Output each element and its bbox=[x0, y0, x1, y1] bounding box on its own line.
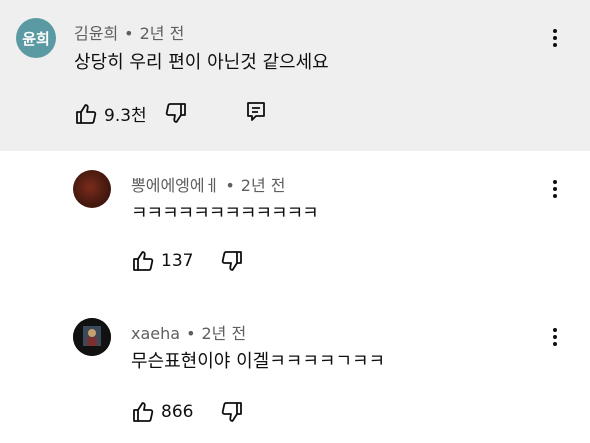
meta-separator: • bbox=[186, 324, 196, 343]
like-button[interactable]: 9.3천 bbox=[74, 101, 147, 126]
more-options-button[interactable] bbox=[545, 177, 565, 201]
comment-meta: 뽕에에엥에ㅔ • 2년 전 bbox=[131, 172, 285, 196]
more-options-button[interactable] bbox=[545, 325, 565, 349]
dislike-button[interactable] bbox=[164, 101, 188, 125]
reply-button[interactable] bbox=[246, 101, 266, 123]
thumbs-up-icon bbox=[133, 251, 154, 271]
avatar-initials: 윤희 bbox=[22, 29, 50, 48]
avatar[interactable] bbox=[73, 170, 111, 208]
meta-separator: • bbox=[225, 176, 235, 195]
comment-text: ㅋㅋㅋㅋㅋㅋㅋㅋㅋㅋㅋㅋ bbox=[131, 203, 319, 224]
comment-meta: 김윤희 • 2년 전 bbox=[74, 20, 184, 44]
comment-time[interactable]: 2년 전 bbox=[202, 324, 247, 343]
avatar-photo-icon bbox=[73, 318, 111, 356]
thumbs-up-icon bbox=[133, 402, 154, 422]
reply-icon bbox=[247, 102, 265, 121]
comment-author[interactable]: 뽕에에엥에ㅔ bbox=[131, 176, 219, 195]
comment-time[interactable]: 2년 전 bbox=[241, 176, 286, 195]
comment-author[interactable]: 김윤희 bbox=[74, 24, 118, 43]
comment-time[interactable]: 2년 전 bbox=[140, 24, 185, 43]
more-options-button[interactable] bbox=[545, 26, 565, 50]
comment-text: 상당히 우리 편이 아닌것 같으세요 bbox=[74, 52, 329, 73]
avatar[interactable]: 윤희 bbox=[16, 18, 56, 58]
thumbs-down-icon bbox=[221, 402, 242, 422]
avatar[interactable] bbox=[73, 318, 111, 356]
meta-separator: • bbox=[124, 24, 134, 43]
dislike-button[interactable] bbox=[220, 400, 244, 424]
thumbs-up-icon bbox=[76, 103, 97, 124]
thumbs-down-icon bbox=[221, 251, 242, 271]
more-vert-icon bbox=[553, 328, 557, 332]
like-count: 137 bbox=[161, 251, 194, 271]
like-count: 9.3천 bbox=[104, 106, 147, 126]
more-vert-icon bbox=[553, 29, 557, 33]
comment-author[interactable]: xaeha bbox=[131, 324, 180, 343]
comment-text: 무슨표현이야 이겔ㅋㅋㅋㅋㄱㅋㅋ bbox=[131, 351, 386, 372]
thumbs-down-icon bbox=[165, 103, 186, 123]
like-count: 866 bbox=[161, 402, 194, 422]
more-vert-icon bbox=[553, 180, 557, 184]
like-button[interactable]: 866 bbox=[131, 400, 193, 424]
comment-meta: xaeha • 2년 전 bbox=[131, 320, 246, 344]
like-button[interactable]: 137 bbox=[131, 249, 193, 273]
dislike-button[interactable] bbox=[220, 249, 244, 273]
